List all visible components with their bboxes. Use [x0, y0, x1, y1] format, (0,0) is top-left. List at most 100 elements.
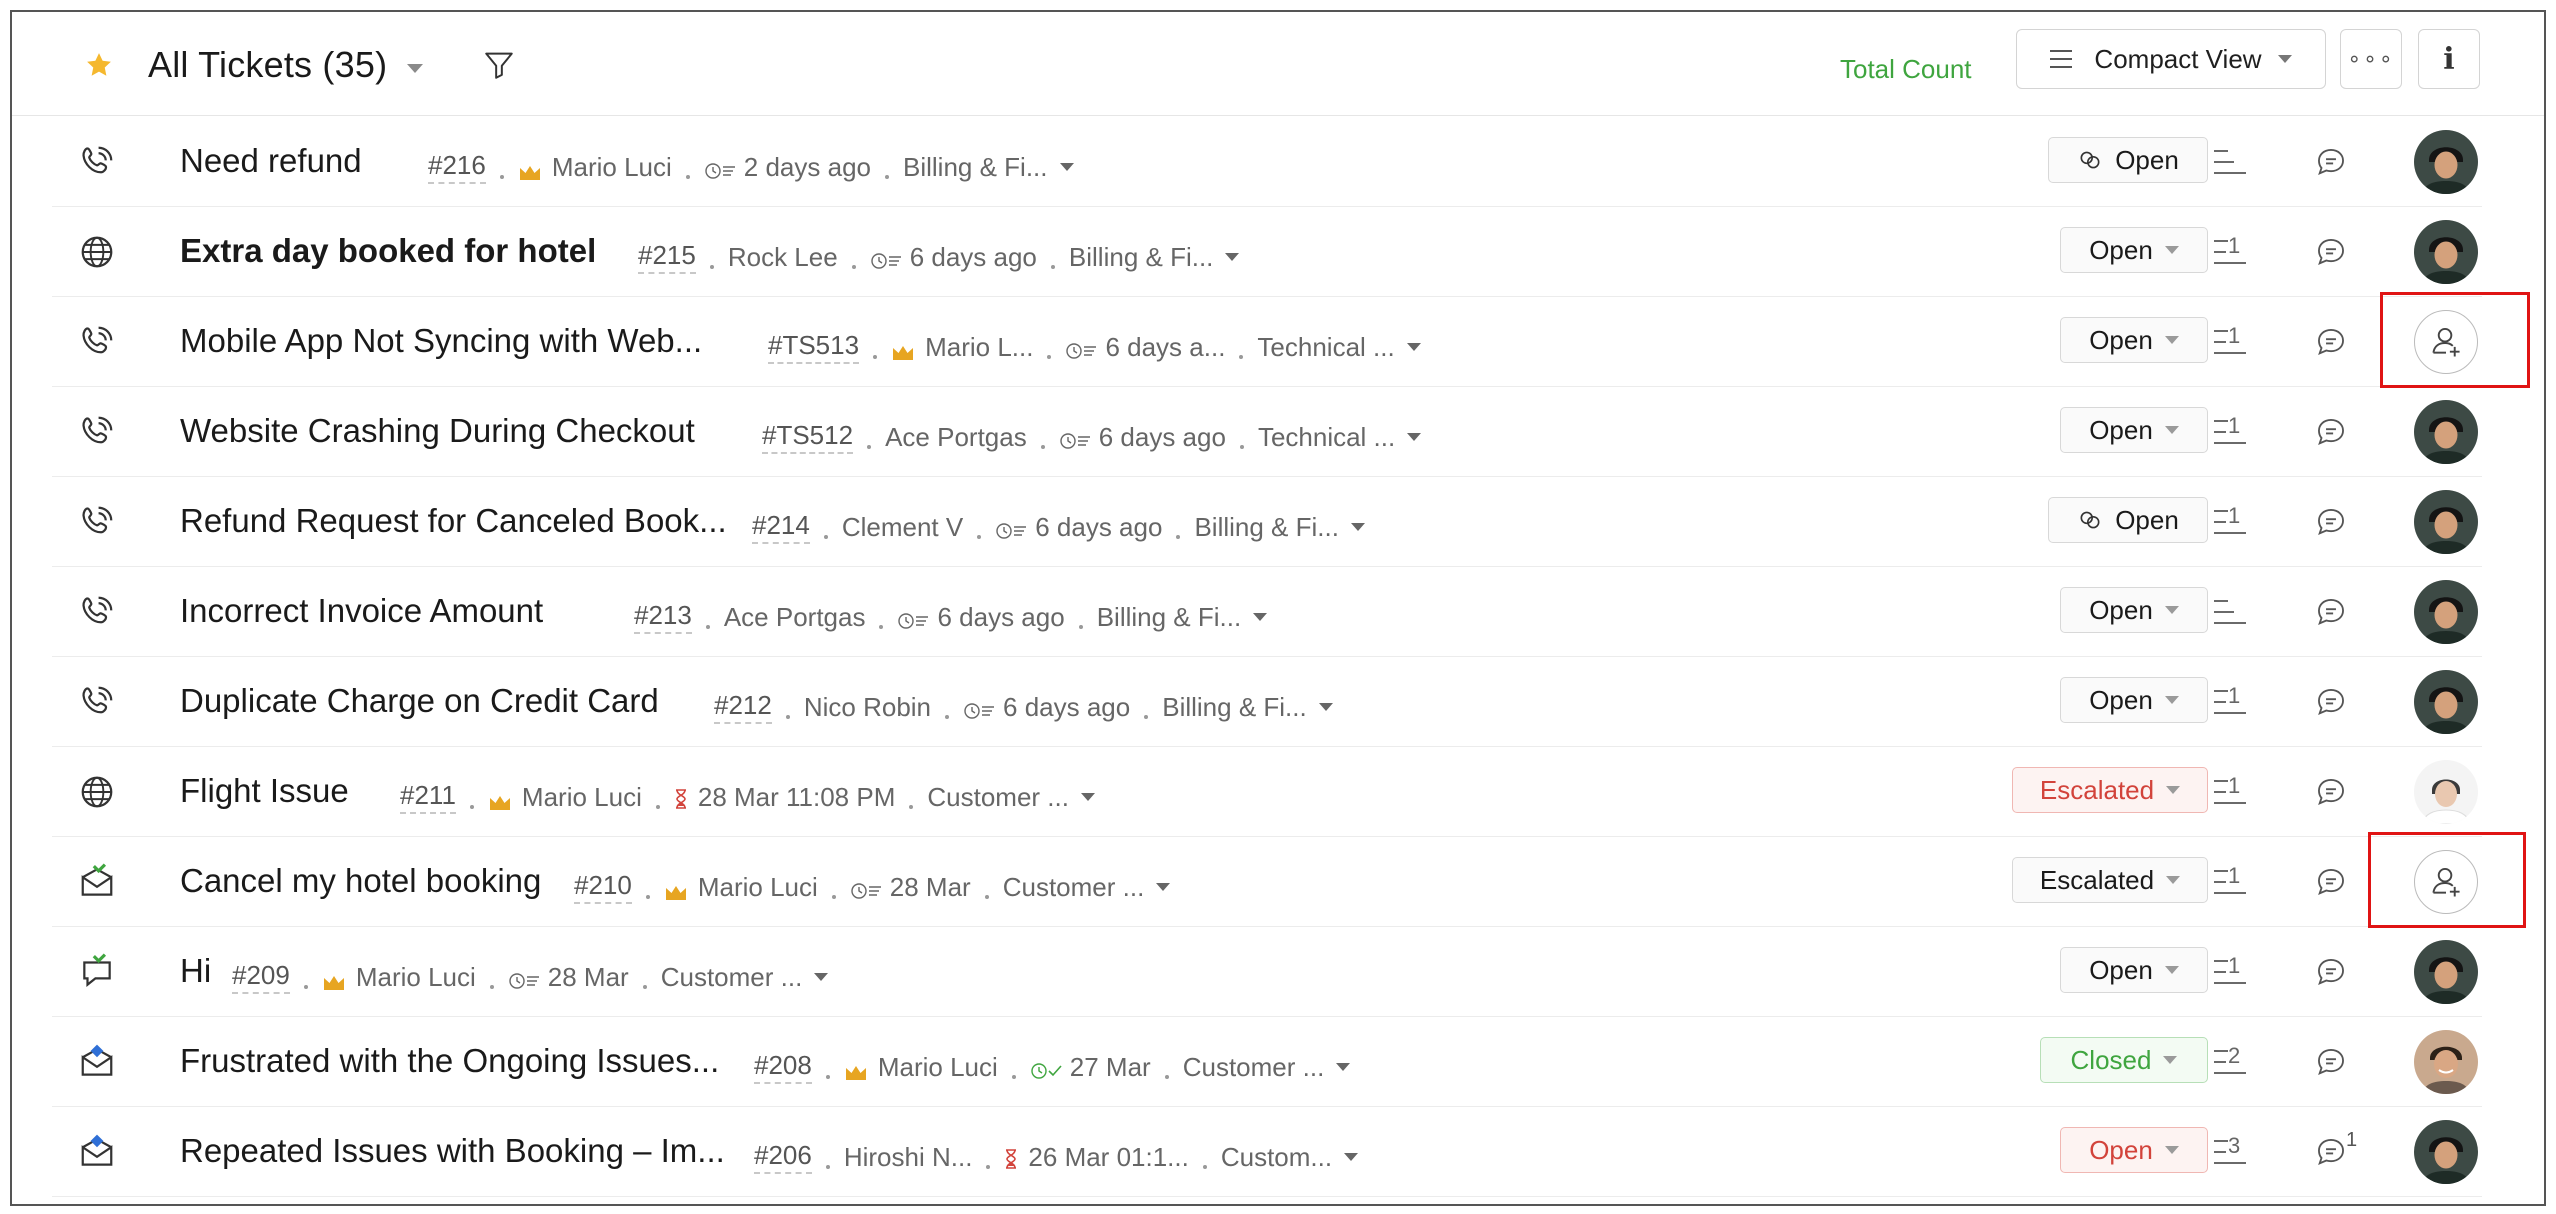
ticket-number[interactable]: #215 — [638, 240, 696, 274]
status-dropdown[interactable]: Open — [2048, 497, 2208, 543]
contact-name[interactable]: Rock Lee — [728, 242, 838, 273]
comment-icon[interactable] — [2314, 415, 2348, 449]
assignee-avatar[interactable] — [2414, 580, 2478, 644]
ticket-subject-link[interactable]: Duplicate Charge on Credit Card — [180, 682, 659, 720]
assignee-avatar[interactable] — [2414, 130, 2478, 194]
more-options-button[interactable]: ∘∘∘ — [2340, 29, 2402, 89]
contact-name[interactable]: Nico Robin — [804, 692, 931, 723]
ticket-row[interactable]: Refund Request for Canceled Book... #214 C… — [52, 477, 2482, 567]
contact-name[interactable]: Mario Luci — [878, 1052, 998, 1083]
department-label[interactable]: Billing & Fi... — [903, 152, 1048, 183]
threads-icon[interactable] — [2212, 147, 2248, 177]
comment-icon[interactable] — [2314, 325, 2348, 359]
ticket-subject-link[interactable]: Hi — [180, 952, 211, 990]
department-label[interactable]: Billing & Fi... — [1097, 602, 1242, 633]
department-label[interactable]: Billing & Fi... — [1069, 242, 1214, 273]
contact-name[interactable]: Mario Luci — [552, 152, 672, 183]
contact-name[interactable]: Clement V — [842, 512, 963, 543]
assignee-avatar[interactable] — [2414, 400, 2478, 464]
assignee-avatar[interactable] — [2414, 670, 2478, 734]
department-label[interactable]: Customer ... — [661, 962, 803, 993]
contact-name[interactable]: Ace Portgas — [724, 602, 866, 633]
favorite-star-icon[interactable] — [84, 50, 114, 80]
ticket-subject-link[interactable]: Flight Issue — [180, 772, 349, 810]
info-button[interactable]: i — [2418, 29, 2480, 89]
department-label[interactable]: Technical ... — [1257, 332, 1394, 363]
status-dropdown[interactable]: Open — [2060, 227, 2208, 273]
chevron-down-icon[interactable] — [1407, 433, 1422, 441]
contact-name[interactable]: Ace Portgas — [885, 422, 1027, 453]
ticket-row[interactable]: Mobile App Not Syncing with Web... #TS513… — [52, 297, 2482, 387]
chevron-down-icon[interactable] — [1253, 613, 1268, 621]
threads-icon[interactable] — [2212, 597, 2248, 627]
department-label[interactable]: Customer ... — [1003, 872, 1145, 903]
department-label[interactable]: Billing & Fi... — [1162, 692, 1307, 723]
assignee-avatar[interactable] — [2414, 1120, 2478, 1184]
comment-icon[interactable] — [2314, 595, 2348, 629]
ticket-subject-link[interactable]: Extra day booked for hotel — [180, 232, 596, 270]
assignee-avatar[interactable] — [2414, 760, 2478, 824]
ticket-number[interactable]: #212 — [714, 690, 772, 724]
view-title[interactable]: All Tickets (35) — [148, 44, 387, 86]
comment-icon[interactable] — [2314, 235, 2348, 269]
status-dropdown[interactable]: Open — [2060, 587, 2208, 633]
ticket-subject-link[interactable]: Repeated Issues with Booking – Im... — [180, 1132, 725, 1170]
ticket-number[interactable]: #214 — [752, 510, 810, 544]
assignee-avatar[interactable] — [2414, 490, 2478, 554]
total-count-link[interactable]: Total Count — [1840, 54, 1972, 85]
chevron-down-icon[interactable] — [1406, 343, 1421, 351]
ticket-row[interactable]: Website Crashing During Checkout #TS512 Ac… — [52, 387, 2482, 477]
department-label[interactable]: Technical ... — [1258, 422, 1395, 453]
chevron-down-icon[interactable] — [1336, 1063, 1351, 1071]
ticket-row[interactable]: Need refund #216 Mario Luci 2 days ago Billi… — [52, 117, 2482, 207]
status-dropdown[interactable]: Escalated — [2012, 857, 2208, 903]
ticket-row[interactable]: Incorrect Invoice Amount #213 Ace Portgas 6… — [52, 567, 2482, 657]
status-dropdown[interactable]: Open — [2060, 317, 2208, 363]
contact-name[interactable]: Mario Luci — [522, 782, 642, 813]
ticket-row[interactable]: Duplicate Charge on Credit Card #212 Nico … — [52, 657, 2482, 747]
department-label[interactable]: Custom... — [1221, 1142, 1332, 1173]
chevron-down-icon[interactable] — [1318, 703, 1333, 711]
comment-icon[interactable] — [2314, 685, 2348, 719]
status-dropdown[interactable]: Open — [2060, 677, 2208, 723]
comment-icon[interactable] — [2314, 865, 2348, 899]
chevron-down-icon[interactable] — [1350, 523, 1365, 531]
ticket-subject-link[interactable]: Incorrect Invoice Amount — [180, 592, 543, 630]
view-dropdown-caret-icon[interactable] — [407, 64, 423, 73]
ticket-number[interactable]: #213 — [634, 600, 692, 634]
chevron-down-icon[interactable] — [1080, 793, 1095, 801]
chevron-down-icon[interactable] — [1059, 163, 1074, 171]
assignee-avatar[interactable] — [2414, 220, 2478, 284]
comment-icon[interactable] — [2314, 1045, 2348, 1079]
ticket-subject-link[interactable]: Website Crashing During Checkout — [180, 412, 695, 450]
ticket-number[interactable]: #216 — [428, 150, 486, 184]
ticket-subject-link[interactable]: Refund Request for Canceled Book... — [180, 502, 727, 540]
status-dropdown[interactable]: Closed — [2040, 1037, 2208, 1083]
comment-icon[interactable] — [2314, 1135, 2348, 1169]
contact-name[interactable]: Mario L... — [925, 332, 1033, 363]
chevron-down-icon[interactable] — [1156, 883, 1171, 891]
ticket-number[interactable]: #TS512 — [762, 420, 854, 454]
comment-icon[interactable] — [2314, 775, 2348, 809]
status-dropdown[interactable]: Open — [2048, 137, 2208, 183]
contact-name[interactable]: Hiroshi N... — [844, 1142, 973, 1173]
ticket-row[interactable]: Extra day booked for hotel #215 Rock Lee 6 … — [52, 207, 2482, 297]
ticket-number[interactable]: #206 — [754, 1140, 812, 1174]
department-label[interactable]: Customer ... — [1183, 1052, 1325, 1083]
status-dropdown[interactable]: Escalated — [2012, 767, 2208, 813]
ticket-row[interactable]: Repeated Issues with Booking – Im... #206… — [52, 1107, 2482, 1197]
chevron-down-icon[interactable] — [1344, 1153, 1359, 1161]
ticket-subject-link[interactable]: Cancel my hotel booking — [180, 862, 541, 900]
ticket-subject-link[interactable]: Mobile App Not Syncing with Web... — [180, 322, 702, 360]
status-dropdown[interactable]: Open — [2060, 407, 2208, 453]
status-dropdown[interactable]: Open — [2060, 947, 2208, 993]
comment-icon[interactable] — [2314, 955, 2348, 989]
contact-name[interactable]: Mario Luci — [698, 872, 818, 903]
chevron-down-icon[interactable] — [814, 973, 829, 981]
ticket-number[interactable]: #209 — [232, 960, 290, 994]
comment-icon[interactable] — [2314, 145, 2348, 179]
ticket-subject-link[interactable]: Need refund — [180, 142, 362, 180]
assignee-avatar[interactable] — [2414, 1030, 2478, 1094]
ticket-number[interactable]: #TS513 — [768, 330, 860, 364]
status-dropdown[interactable]: Open — [2060, 1127, 2208, 1173]
